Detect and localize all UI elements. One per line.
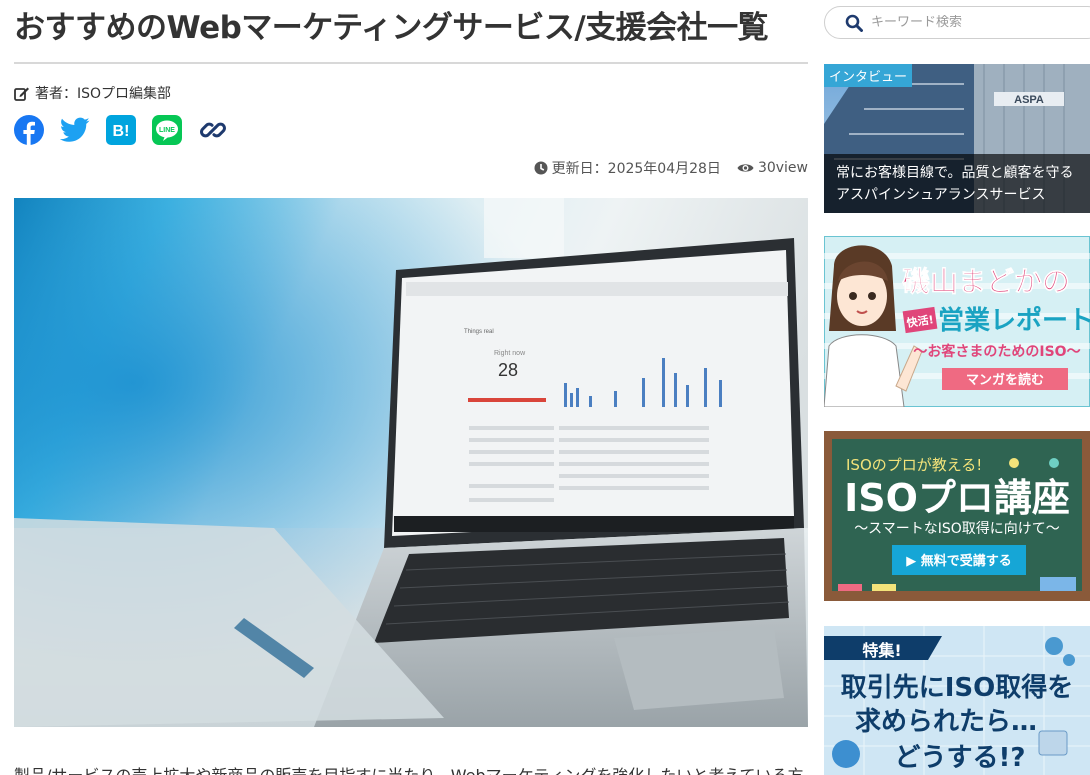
link-icon (200, 122, 226, 138)
title-divider (14, 62, 808, 64)
author-line: 著者：ISOプロ編集部 (14, 83, 171, 103)
feature-line2: 求められたら… (855, 707, 1037, 737)
course-banner-art: ISOのプロが教える! ISOプロ講座 〜スマートなISO取得に向けて〜 ▶ 無… (824, 431, 1090, 601)
line-icon: LINE (152, 115, 182, 145)
edit-icon (14, 87, 29, 101)
manga-title-line1: 磯山まどかの (902, 265, 1070, 298)
line-share-button[interactable]: LINE (152, 114, 182, 146)
article-meta: 更新日：2025年04月28日 30view (518, 158, 808, 178)
twitter-icon (60, 117, 90, 142)
laptop-photo: Things real Right now 28 (14, 198, 808, 727)
search-input[interactable] (871, 15, 1071, 30)
view-count-text: 30view (757, 160, 808, 176)
manga-report-banner[interactable]: 磯山まどかの 快活! 営業レポート 〜お客さまのためのISO〜 マンガを読む (824, 236, 1090, 407)
feature-line3: どうする!? (895, 743, 1026, 773)
hatena-bookmark-icon: B! (106, 115, 136, 145)
updated-date-text: 更新日：2025年04月28日 (551, 161, 721, 177)
manga-title-line2: 営業レポート (938, 305, 1090, 336)
right-now-label: Right now (494, 350, 526, 357)
feature-line1: 取引先にISO取得を (841, 673, 1074, 703)
facebook-icon (14, 115, 44, 145)
page-title: おすすめのWebマーケティングサービス/支援会社一覧 (14, 10, 769, 46)
hatena-bookmark-button[interactable]: B! (106, 114, 136, 146)
search-icon[interactable] (845, 14, 863, 32)
feature-banner[interactable]: 特集! 取引先にISO取得を 求められたら… どうする!? (824, 626, 1090, 775)
clock-icon (534, 161, 548, 175)
updated-date: 更新日：2025年04月28日 (534, 158, 721, 178)
hatena-label: B! (113, 123, 130, 140)
line-label: LINE (159, 127, 175, 134)
facebook-share-button[interactable] (14, 114, 44, 146)
hero-image: Things real Right now 28 (14, 198, 808, 727)
course-subtitle: 〜スマートなISO取得に向けて〜 (854, 520, 1060, 537)
category-badge: インタビュー (824, 64, 913, 87)
author-name: 著者：ISOプロ編集部 (35, 86, 172, 102)
feature-tag: 特集! (862, 641, 901, 660)
course-button: ▶ 無料で受講する (906, 553, 1012, 569)
course-top: ISOのプロが教える! (846, 456, 982, 474)
screen-title: Things real (464, 329, 494, 335)
search-box (824, 6, 1090, 39)
right-now-value: 28 (498, 360, 518, 380)
iso-course-banner[interactable]: ISOのプロが教える! ISOプロ講座 〜スマートなISO取得に向けて〜 ▶ 無… (824, 431, 1090, 601)
twitter-share-button[interactable] (60, 114, 90, 146)
building-sign: ASPA (1014, 94, 1044, 106)
share-buttons: B! LINE (14, 114, 228, 146)
view-count: 30view (737, 160, 808, 176)
interview-card[interactable]: ASPA インタビュー 常にお客様目線で。品質と顧客を守るアスパインシュアランス… (824, 64, 1090, 213)
manga-button: マンガを読む (966, 372, 1044, 388)
feature-banner-art: 特集! 取引先にISO取得を 求められたら… どうする!? (824, 626, 1090, 775)
course-title: ISOプロ講座 (844, 476, 1070, 520)
manga-subtitle: 〜お客さまのためのISO〜 (913, 343, 1080, 360)
manga-banner-art: 磯山まどかの 快活! 営業レポート 〜お客さまのためのISO〜 マンガを読む (824, 236, 1090, 407)
interview-caption[interactable]: 常にお客様目線で。品質と顧客を守るアスパインシュアランスサービス (824, 154, 1090, 213)
eye-icon (737, 164, 754, 172)
article-main: おすすめのWebマーケティングサービス/支援会社一覧 著者：ISOプロ編集部 B… (14, 0, 808, 775)
lead-paragraph: 製品/サービスの売上拡大や新商品の販売を目指すに当たり、Webマーケティングを強… (14, 762, 808, 775)
copy-link-button[interactable] (198, 114, 228, 146)
